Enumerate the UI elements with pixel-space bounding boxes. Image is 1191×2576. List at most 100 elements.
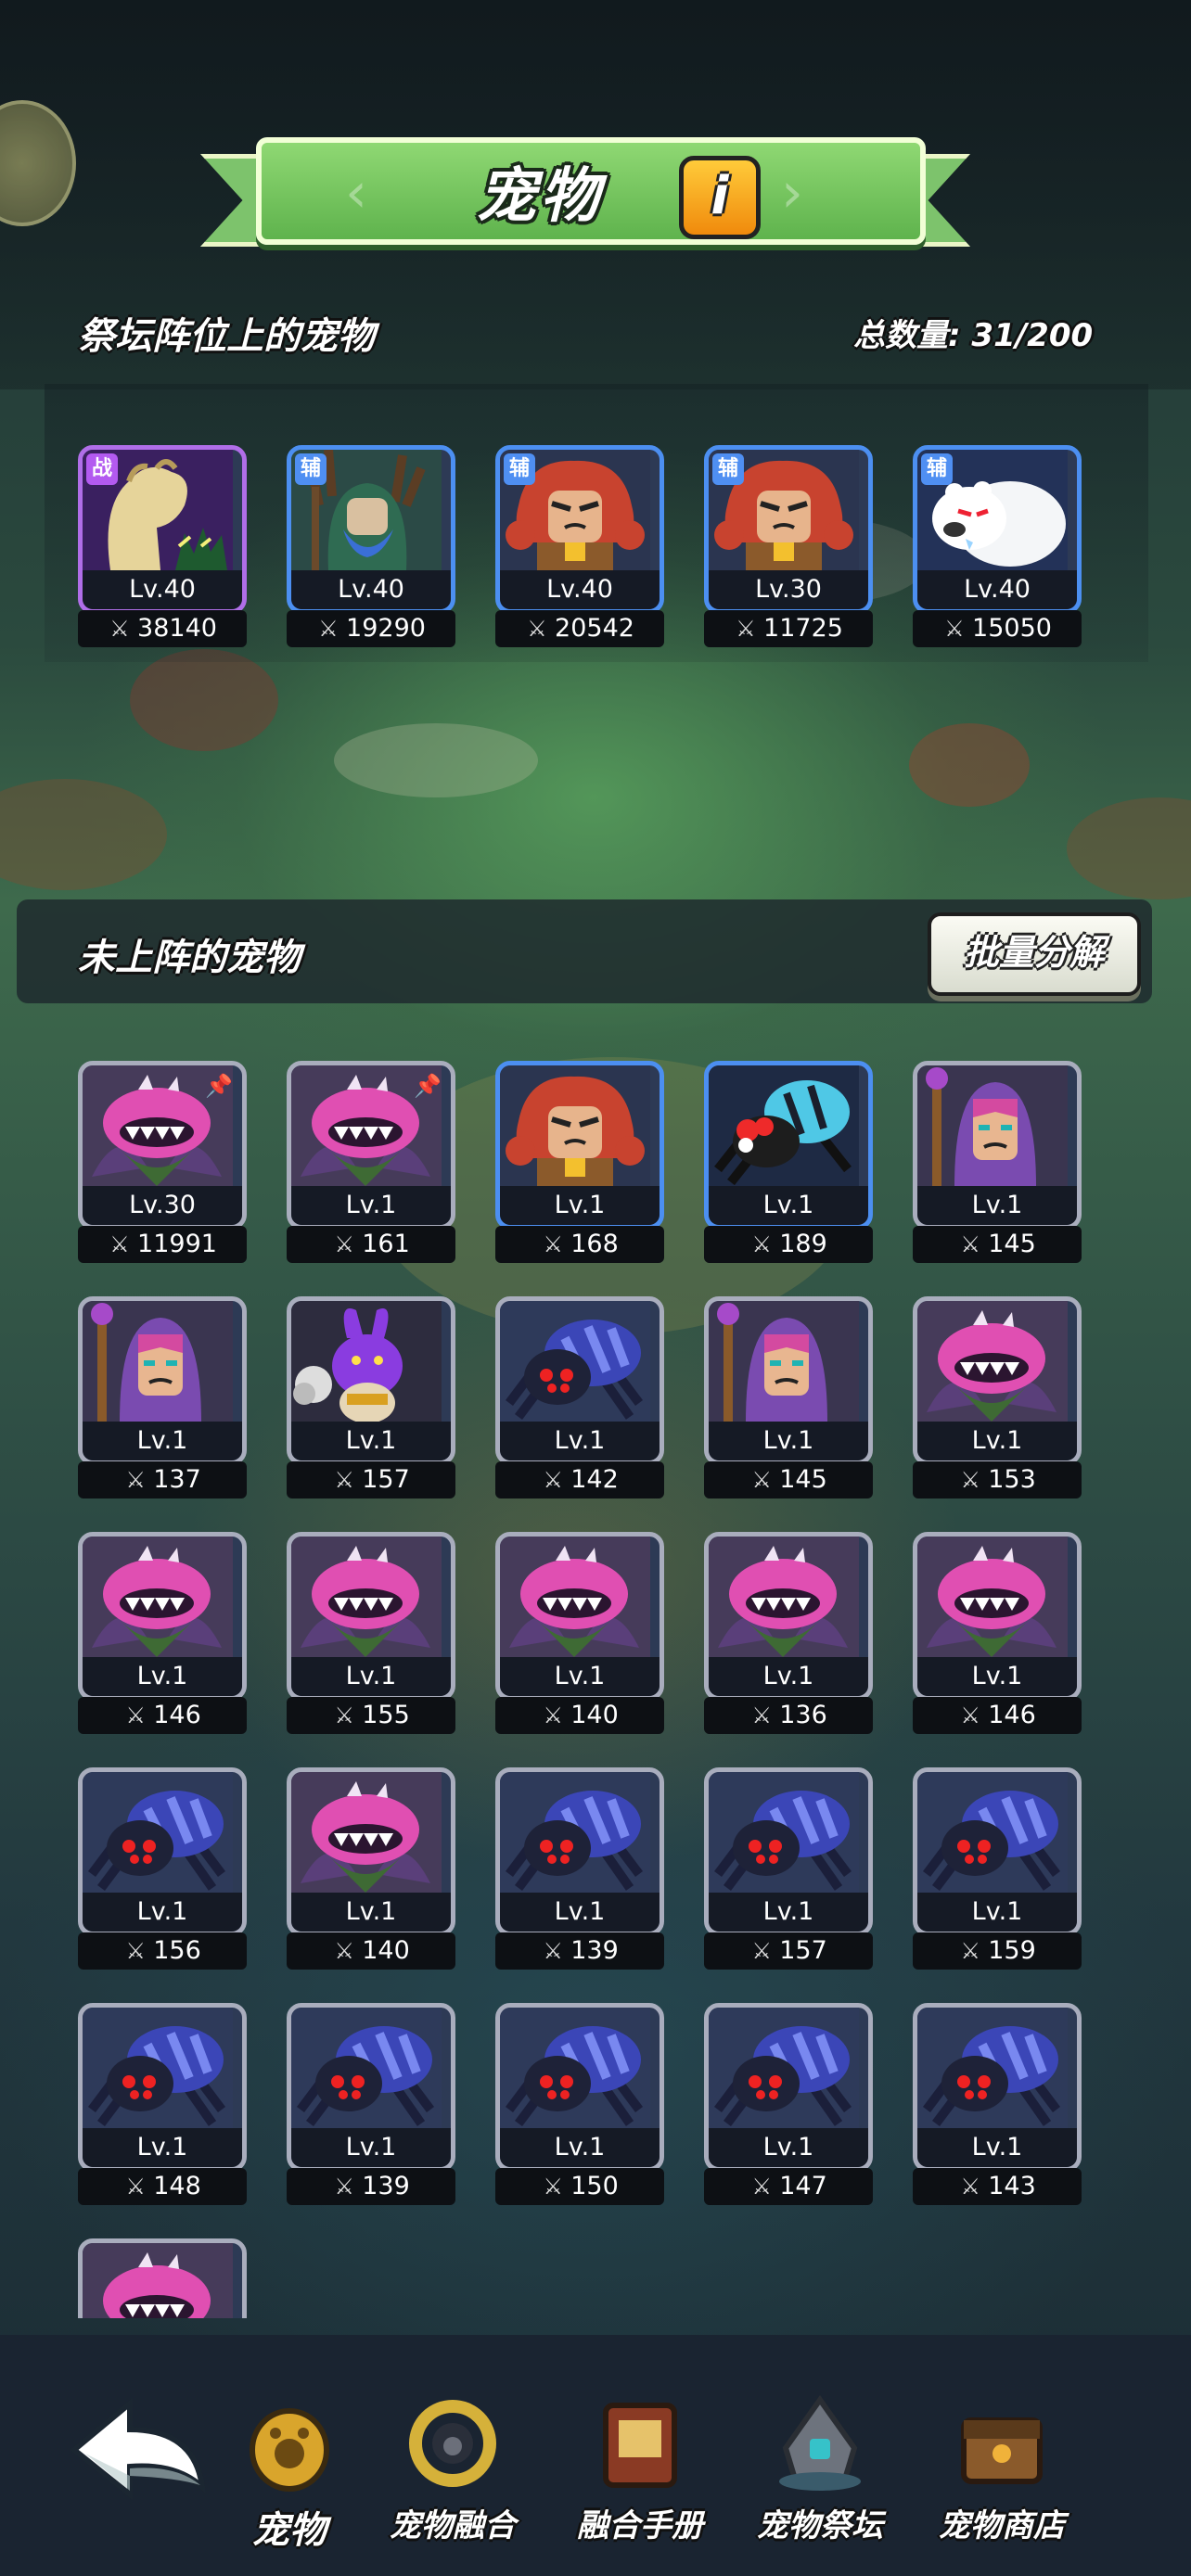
crossed-swords-icon: ⚔ (125, 1702, 146, 1728)
pet-level: Lv.1 (500, 1893, 660, 1932)
blue-spider-icon (709, 1772, 859, 1896)
crossed-swords-icon: ⚔ (543, 1467, 563, 1493)
fusion-icon (402, 2392, 504, 2494)
blue-spider-icon (917, 1772, 1068, 1896)
undeployed-pet-card[interactable] (78, 2238, 247, 2318)
pet-power: ⚔ 161 (287, 1226, 455, 1263)
undeployed-pet-card[interactable]: Lv.1 ⚔ 139 (287, 2003, 455, 2205)
pet-level: Lv.1 (500, 1422, 660, 1460)
undeployed-pet-card[interactable]: 📌 Lv.1 ⚔ 161 (287, 1061, 455, 1263)
blue-spider-icon (917, 2008, 1068, 2132)
undeployed-pet-card[interactable]: Lv.1 ⚔ 140 (495, 1532, 664, 1734)
pet-power: ⚔ 139 (495, 1932, 664, 1970)
pet-power-value: 189 (779, 1230, 827, 1258)
undeployed-pet-card[interactable]: Lv.1 ⚔ 157 (704, 1767, 873, 1970)
pet-power-value: 157 (779, 1936, 827, 1965)
pet-level: Lv.1 (500, 1657, 660, 1696)
undeployed-pet-card[interactable]: Lv.1 ⚔ 137 (78, 1296, 247, 1498)
pet-power: ⚔ 168 (495, 1226, 664, 1263)
crossed-swords-icon: ⚔ (751, 1231, 772, 1257)
crossed-swords-icon: ⚔ (109, 1231, 130, 1257)
pet-power-value: 153 (988, 1465, 1036, 1494)
crossed-swords-icon: ⚔ (751, 1467, 772, 1493)
pet-level: Lv.1 (291, 2128, 451, 2167)
back-arrow-icon[interactable] (65, 2394, 213, 2506)
pet-level: Lv.1 (917, 1657, 1077, 1696)
pet-level: Lv.1 (917, 1186, 1077, 1225)
pet-power-value: 157 (362, 1465, 410, 1494)
undeployed-pet-card[interactable]: Lv.1 ⚔ 148 (78, 2003, 247, 2205)
handbook-icon (589, 2392, 691, 2494)
pet-power: ⚔ 145 (913, 1226, 1082, 1263)
pet-level: Lv.30 (83, 1186, 242, 1225)
undeployed-pet-card[interactable]: Lv.1 ⚔ 139 (495, 1767, 664, 1970)
pet-level: Lv.1 (291, 1657, 451, 1696)
pet-power-value: 140 (362, 1936, 410, 1965)
pet-level: Lv.1 (917, 2128, 1077, 2167)
shop-chest-icon (951, 2392, 1053, 2494)
pet-power: ⚔ 139 (287, 2168, 455, 2205)
undeployed-pet-card[interactable]: Lv.1 ⚔ 150 (495, 2003, 664, 2205)
piranha-plant-icon (500, 1537, 650, 1661)
undeployed-pet-card[interactable]: Lv.1 ⚔ 153 (913, 1296, 1082, 1498)
pet-power: ⚔ 145 (704, 1461, 873, 1498)
crossed-swords-icon: ⚔ (960, 1231, 980, 1257)
pet-power: ⚔ 159 (913, 1932, 1082, 1970)
undeployed-pet-card[interactable]: Lv.1 ⚔ 145 (913, 1061, 1082, 1263)
pet-power: ⚔ 140 (495, 1697, 664, 1734)
undeployed-pet-card[interactable]: Lv.1 ⚔ 140 (287, 1767, 455, 1970)
pet-power: ⚔ 142 (495, 1461, 664, 1498)
undeployed-pet-card[interactable]: Lv.1 ⚔ 168 (495, 1061, 664, 1263)
nav-item-altar[interactable]: 宠物祭坛 (727, 2392, 913, 2559)
pet-level: Lv.1 (917, 1893, 1077, 1932)
blue-spider-icon (291, 2008, 442, 2132)
crossed-swords-icon: ⚔ (543, 1938, 563, 1964)
undeployed-pet-card[interactable]: Lv.1 ⚔ 157 (287, 1296, 455, 1498)
undeployed-pet-card[interactable]: 📌 Lv.30 ⚔ 11991 (78, 1061, 247, 1263)
pet-power: ⚔ 137 (78, 1461, 247, 1498)
undeployed-pet-card[interactable]: Lv.1 ⚔ 143 (913, 2003, 1082, 2205)
pet-level: Lv.1 (709, 1422, 868, 1460)
pet-level: Lv.1 (83, 1657, 242, 1696)
pet-power-value: 148 (153, 2172, 201, 2200)
crossed-swords-icon: ⚔ (334, 1938, 354, 1964)
undeployed-pet-card[interactable]: Lv.1 ⚔ 146 (913, 1532, 1082, 1734)
undeployed-pet-card[interactable]: Lv.1 ⚔ 159 (913, 1767, 1082, 1970)
pet-egg-icon (238, 2392, 340, 2494)
undeployed-pet-card[interactable]: Lv.1 ⚔ 147 (704, 2003, 873, 2205)
pet-power-value: 11991 (137, 1230, 217, 1258)
nav-item-handbook[interactable]: 融合手册 (547, 2392, 733, 2559)
cyan-spider-icon (709, 1065, 859, 1190)
undeployed-pet-card[interactable]: Lv.1 ⚔ 146 (78, 1532, 247, 1734)
pet-power-value: 143 (988, 2172, 1036, 2200)
purple-mage-icon (917, 1065, 1068, 1190)
pet-power: ⚔ 189 (704, 1226, 873, 1263)
pet-power-value: 136 (779, 1701, 827, 1729)
pet-level: Lv.1 (83, 2128, 242, 2167)
pet-level: Lv.1 (291, 1422, 451, 1460)
crossed-swords-icon: ⚔ (543, 1231, 563, 1257)
pet-power-value: 161 (362, 1230, 410, 1258)
pet-power-value: 139 (570, 1936, 619, 1965)
nav-item-shop-chest[interactable]: 宠物商店 (909, 2392, 1095, 2559)
pet-power-value: 140 (570, 1701, 619, 1729)
pet-power: ⚔ 156 (78, 1932, 247, 1970)
piranha-plant-icon (917, 1301, 1068, 1425)
crossed-swords-icon: ⚔ (334, 1467, 354, 1493)
undeployed-pet-card[interactable]: Lv.1 ⚔ 136 (704, 1532, 873, 1734)
pet-level: Lv.1 (291, 1893, 451, 1932)
undeployed-pet-card[interactable]: Lv.1 ⚔ 155 (287, 1532, 455, 1734)
pet-power: ⚔ 153 (913, 1461, 1082, 1498)
pet-power: ⚔ 146 (913, 1697, 1082, 1734)
pet-power: ⚔ 147 (704, 2168, 873, 2205)
undeployed-pet-card[interactable]: Lv.1 ⚔ 189 (704, 1061, 873, 1263)
nav-item-fusion[interactable]: 宠物融合 (360, 2392, 545, 2559)
nav-item-pet-egg[interactable]: 宠物 (197, 2392, 382, 2559)
pet-power-value: 142 (570, 1465, 619, 1494)
pet-level: Lv.1 (709, 1893, 868, 1932)
undeployed-pet-card[interactable]: Lv.1 ⚔ 142 (495, 1296, 664, 1498)
blue-spider-icon (709, 2008, 859, 2132)
undeployed-pet-card[interactable]: Lv.1 ⚔ 145 (704, 1296, 873, 1498)
pet-level: Lv.1 (83, 1422, 242, 1460)
undeployed-pet-card[interactable]: Lv.1 ⚔ 156 (78, 1767, 247, 1970)
